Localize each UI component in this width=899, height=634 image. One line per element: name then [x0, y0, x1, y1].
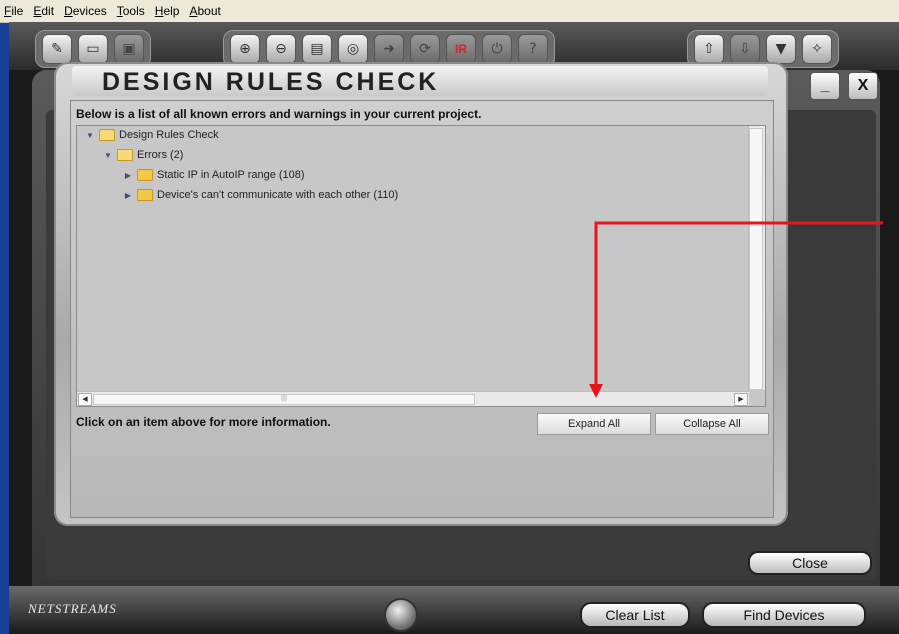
annotation-arrow: [589, 221, 883, 398]
